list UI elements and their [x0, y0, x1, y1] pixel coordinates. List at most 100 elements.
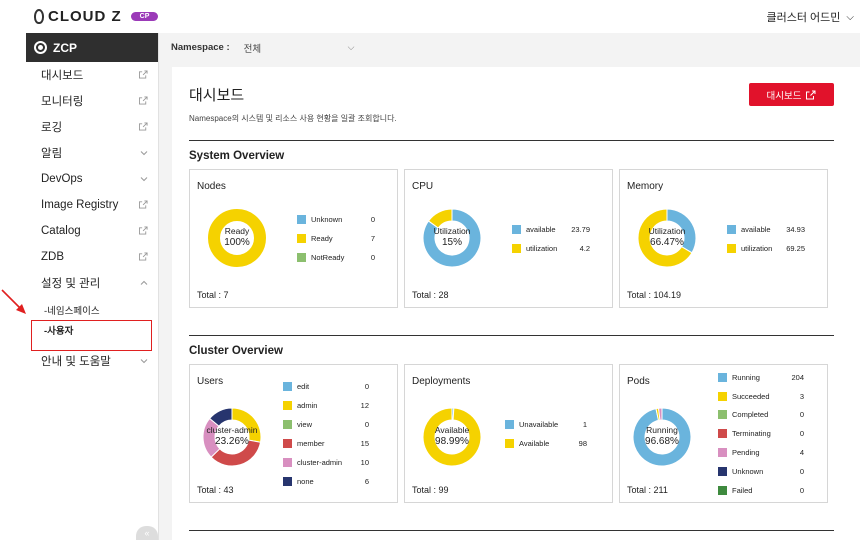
legend-name: Pending — [732, 448, 760, 458]
legend-item[interactable]: cluster-admin 10 — [283, 453, 369, 472]
legend-item[interactable]: member 15 — [283, 434, 369, 453]
legend-swatch — [505, 420, 514, 429]
sidebar-item-알림[interactable]: 알림 — [26, 140, 158, 166]
legend-name: utilization — [741, 244, 773, 253]
zcp-logo-icon — [34, 41, 47, 54]
legend-value: 7 — [370, 234, 375, 243]
legend-item[interactable]: Terminating 0 — [718, 424, 804, 443]
legend-name: view — [297, 420, 313, 429]
namespace-label: Namespace : — [171, 42, 230, 53]
legend-item[interactable]: Running 204 — [718, 368, 804, 387]
legend-item[interactable]: utilization 69.25 — [727, 239, 805, 258]
legend-name: Failed — [732, 485, 753, 495]
legend-item[interactable]: none 6 — [283, 472, 369, 491]
donut-center-value: 66.47% — [650, 236, 684, 248]
card-pods: Pods Running 96.68% Running 204 Succeeded 3 Com… — [619, 364, 828, 503]
legend-swatch — [283, 401, 292, 410]
chevron-down-icon: ⌵ — [846, 11, 854, 23]
legend-value: 0 — [370, 215, 375, 224]
legend-name: edit — [297, 382, 310, 391]
legend-item[interactable]: Ready 7 — [297, 229, 375, 248]
legend-value: 23.79 — [571, 225, 590, 234]
donut-center-value: 98.99% — [435, 435, 469, 447]
legend-item[interactable]: available 23.79 — [512, 220, 590, 239]
chart-legend: available 34.93 utilization 69.25 — [727, 220, 805, 258]
legend-item[interactable]: view 0 — [283, 415, 369, 434]
card-total: Total : 43 — [197, 485, 234, 495]
sidebar-item-안내-및-도움말[interactable]: 안내 및 도움말 — [26, 348, 158, 374]
legend-item[interactable]: utilization 4.2 — [512, 239, 590, 258]
sidebar-collapse-button[interactable]: « — [136, 526, 158, 540]
sidebar-item-대시보드[interactable]: 대시보드 — [26, 62, 158, 88]
legend-swatch — [718, 391, 727, 401]
legend-swatch — [727, 225, 736, 234]
chevron-up-icon — [140, 278, 148, 288]
legend-item[interactable]: admin 12 — [283, 396, 369, 415]
sidebar-title: ZCP — [53, 40, 77, 55]
legend-swatch — [512, 225, 521, 234]
legend-item[interactable]: Pending 4 — [718, 443, 804, 462]
card-title: Pods — [627, 376, 650, 387]
legend-value: 204 — [791, 372, 804, 382]
legend-name: available — [741, 225, 771, 234]
legend-item[interactable]: Unavailable 1 — [505, 415, 587, 434]
sidebar-item-zdb[interactable]: ZDB — [26, 244, 158, 270]
legend-item[interactable]: Unknown 0 — [718, 462, 804, 481]
sidebar-item-image-registry[interactable]: Image Registry — [26, 192, 158, 218]
dashboard-external-button[interactable]: 대시보드 — [749, 83, 834, 106]
donut-center-value: 96.68% — [645, 435, 679, 447]
legend-swatch — [283, 477, 292, 486]
legend-value: 34.93 — [786, 225, 805, 234]
donut-center-name: Available — [434, 425, 470, 435]
legend-item[interactable]: Failed 0 — [718, 481, 804, 500]
legend-item[interactable]: Available 98 — [505, 434, 587, 453]
legend-name: none — [297, 477, 314, 486]
legend-value: 0 — [364, 420, 369, 429]
sidebar-item-설정-및-관리[interactable]: 설정 및 관리 — [26, 270, 158, 296]
external-link-icon — [139, 121, 148, 133]
legend-item[interactable]: edit 0 — [283, 377, 369, 396]
legend-name: Available — [519, 439, 550, 448]
chevron-down-icon — [140, 174, 148, 184]
sidebar-item-devops[interactable]: DevOps — [26, 166, 158, 192]
donut-center-name: cluster-admin — [206, 425, 258, 435]
card-title: Users — [197, 376, 224, 387]
chevron-down-icon[interactable]: ⌵ — [348, 42, 355, 53]
highlight-box-annotation — [31, 320, 152, 351]
external-link-icon — [139, 199, 148, 211]
card-total: Total : 28 — [412, 290, 449, 300]
legend-value: 98 — [578, 439, 587, 448]
card-title: Deployments — [412, 376, 471, 387]
card-nodes: Nodes Ready 100% Unknown 0 Ready 7 NotReady 0 Tot… — [189, 169, 398, 308]
sidebar-item-label: 설정 및 관리 — [41, 278, 101, 290]
donut-center-name: Utilization — [648, 226, 686, 236]
sidebar-item-label: DevOps — [41, 173, 83, 185]
legend-swatch — [297, 234, 306, 243]
legend-name: Succeeded — [732, 391, 770, 401]
sidebar-item-모니터링[interactable]: 모니터링 — [26, 88, 158, 114]
donut-center-name: Ready — [224, 226, 250, 236]
sidebar-subitem[interactable]: -네임스페이스 — [26, 300, 158, 320]
legend-value: 1 — [582, 420, 587, 429]
legend-item[interactable]: NotReady 0 — [297, 248, 375, 267]
logo[interactable]: CLOUD Z CP — [34, 8, 159, 25]
namespace-bar: Namespace : 전체 ⌵ — [159, 33, 860, 62]
page-title: 대시보드 — [189, 87, 245, 104]
legend-item[interactable]: available 34.93 — [727, 220, 805, 239]
donut-center-label: Available 98.99% — [412, 425, 492, 447]
donut-center-label: Running 96.68% — [622, 425, 702, 447]
donut-center-value: 23.26% — [215, 435, 249, 447]
external-link-icon — [806, 90, 816, 99]
legend-name: Unavailable — [519, 420, 559, 429]
external-link-icon — [139, 251, 148, 263]
legend-item[interactable]: Succeeded 3 — [718, 387, 804, 406]
legend-swatch — [505, 439, 514, 448]
sidebar-item-로깅[interactable]: 로깅 — [26, 114, 158, 140]
legend-value: 0 — [799, 429, 804, 439]
legend-item[interactable]: Completed 0 — [718, 406, 804, 425]
namespace-select[interactable]: 전체 — [244, 41, 334, 55]
user-menu[interactable]: 클러스터 어드민 ⌵ — [767, 9, 855, 25]
legend-value: 0 — [370, 253, 375, 262]
sidebar-item-catalog[interactable]: Catalog — [26, 218, 158, 244]
legend-item[interactable]: Unknown 0 — [297, 210, 375, 229]
